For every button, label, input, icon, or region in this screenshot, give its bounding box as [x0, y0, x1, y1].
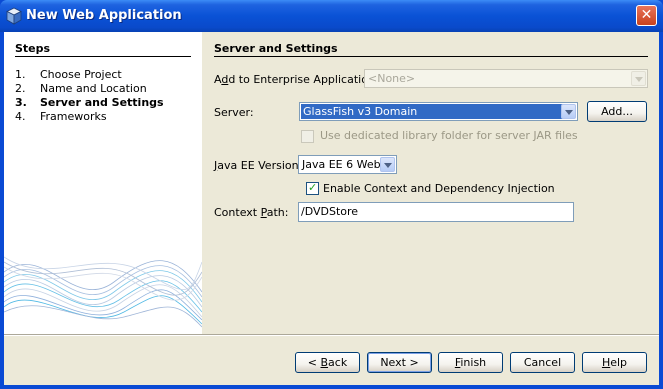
dialog-window: New Web Application ✕ Steps 1. Choose Pro…: [0, 0, 663, 389]
step-choose-project: 1. Choose Project: [15, 68, 122, 81]
context-path-field[interactable]: [298, 202, 574, 222]
steps-panel: Steps 1. Choose Project 2. Name and Locati…: [4, 32, 202, 334]
javaee-version-label: Java EE Version:: [214, 159, 302, 172]
context-path-label: Context Path:: [214, 206, 288, 219]
settings-panel: Server and Settings Add to Enterprise Ap…: [202, 32, 659, 334]
next-button[interactable]: Next >: [367, 352, 432, 373]
context-path-input[interactable]: [301, 205, 569, 218]
server-select[interactable]: GlassFish v3 Domain: [299, 102, 578, 121]
label-text: d to Enterprise Application:: [228, 73, 379, 86]
step-frameworks: 4. Frameworks: [15, 110, 107, 123]
server-value: GlassFish v3 Domain: [301, 104, 564, 119]
step-number: 4.: [15, 110, 26, 123]
step-number: 3.: [15, 96, 27, 109]
enterprise-app-value: <None>: [368, 72, 416, 85]
cdi-checkbox[interactable]: ✓: [306, 181, 319, 195]
button-mnemonic: H: [601, 356, 611, 369]
step-label: Server and Settings: [40, 96, 164, 109]
enterprise-app-select[interactable]: <None>: [364, 69, 648, 88]
chevron-down-icon[interactable]: [380, 157, 395, 172]
enterprise-app-label: Add to Enterprise Application:: [214, 73, 379, 86]
button-text: >: [409, 356, 419, 369]
steps-divider: [15, 56, 191, 57]
label-text: ava EE Version:: [217, 159, 303, 172]
dedicated-library-checkbox[interactable]: [301, 130, 314, 143]
steps-title: Steps: [15, 42, 51, 55]
label-text: Context: [214, 206, 261, 219]
panel-divider: [214, 56, 648, 57]
javaee-version-select[interactable]: Java EE 6 Web: [298, 155, 397, 174]
step-name-location: 2. Name and Location: [15, 82, 147, 95]
button-text: <: [307, 356, 321, 369]
button-mnemonic: B: [320, 356, 329, 369]
dedicated-library-label: Use dedicated library folder for server …: [320, 129, 578, 142]
add-server-button[interactable]: Add...: [587, 101, 647, 122]
button-text: inish: [460, 356, 487, 369]
step-label: Name and Location: [40, 82, 147, 95]
chevron-down-icon[interactable]: [561, 104, 576, 119]
javaee-version-value: Java EE 6 Web: [302, 158, 381, 171]
label-text: ath:: [266, 206, 289, 219]
step-number: 2.: [15, 82, 26, 95]
cdi-label: Enable Context and Dependency Injection: [323, 182, 555, 195]
cancel-button[interactable]: Cancel: [510, 352, 575, 373]
button-text: ack: [328, 356, 348, 369]
step-number: 1.: [15, 68, 26, 81]
dialog-body: Steps 1. Choose Project 2. Name and Locati…: [4, 32, 659, 385]
finish-button[interactable]: Finish: [438, 352, 503, 373]
step-server-settings: 3. Server and Settings: [15, 96, 164, 109]
decorative-waves: [4, 256, 202, 328]
button-text: elp: [610, 356, 628, 369]
back-button[interactable]: < Back: [295, 352, 360, 373]
button-text: Next: [380, 356, 410, 369]
chevron-down-icon[interactable]: [631, 71, 646, 86]
step-label: Choose Project: [40, 68, 122, 81]
cube-icon: [6, 7, 22, 25]
panel-title: Server and Settings: [214, 42, 338, 55]
help-button[interactable]: Help: [582, 352, 647, 373]
checkmark-icon: ✓: [308, 181, 318, 194]
server-label: Server:: [214, 106, 254, 119]
window-title: New Web Application: [26, 8, 182, 23]
close-button[interactable]: ✕: [636, 5, 657, 26]
step-label: Frameworks: [40, 110, 107, 123]
footer-divider-highlight: [4, 335, 659, 336]
title-bar[interactable]: New Web Application ✕: [0, 0, 663, 32]
close-icon: ✕: [640, 7, 653, 23]
